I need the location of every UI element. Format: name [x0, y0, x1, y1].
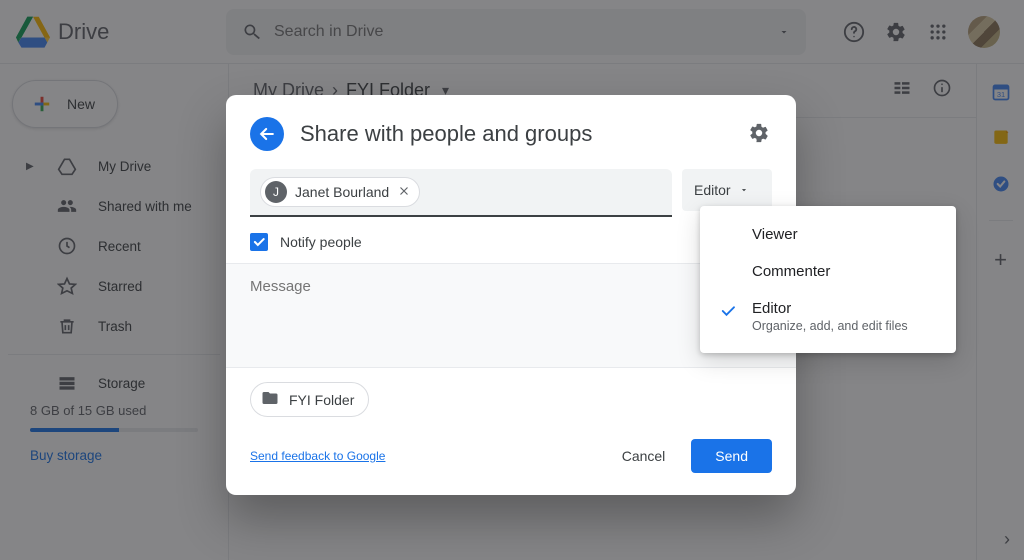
feedback-link[interactable]: Send feedback to Google: [250, 449, 385, 463]
message-input[interactable]: [250, 278, 772, 348]
send-button[interactable]: Send: [691, 439, 772, 473]
chip-avatar: J: [265, 181, 287, 203]
role-label: Editor: [694, 182, 731, 198]
dialog-actions: Cancel Send: [604, 439, 772, 473]
chip-name: Janet Bourland: [295, 184, 389, 200]
notify-checkbox[interactable]: [250, 233, 268, 251]
menu-check-slot: [718, 300, 738, 320]
attached-folder-chip[interactable]: FYI Folder: [250, 382, 369, 417]
chip-remove-button[interactable]: [397, 184, 411, 201]
attached-folder-name: FYI Folder: [289, 392, 354, 408]
role-option-viewer[interactable]: Viewer: [700, 216, 956, 253]
check-icon: [252, 235, 266, 249]
people-input[interactable]: J Janet Bourland: [250, 169, 672, 217]
menu-label: Commenter: [752, 263, 830, 280]
notify-label: Notify people: [280, 234, 362, 250]
role-menu: Viewer Commenter Editor Organize, add, a…: [700, 206, 956, 353]
dialog-footer: Send feedback to Google Cancel Send: [226, 421, 796, 487]
person-chip[interactable]: J Janet Bourland: [260, 177, 420, 207]
dialog-header: Share with people and groups: [226, 95, 796, 165]
share-settings-button[interactable]: [748, 122, 772, 146]
dialog-title: Share with people and groups: [300, 121, 592, 147]
gear-icon: [748, 122, 770, 144]
folder-icon: [261, 389, 279, 410]
caret-down-icon: [739, 185, 749, 195]
check-icon: [719, 302, 737, 320]
role-option-editor[interactable]: Editor Organize, add, and edit files: [700, 290, 956, 343]
cancel-button[interactable]: Cancel: [604, 440, 684, 472]
back-button[interactable]: [250, 117, 284, 151]
role-option-commenter[interactable]: Commenter: [700, 253, 956, 290]
role-dropdown-button[interactable]: Editor: [682, 169, 772, 211]
arrow-left-icon: [257, 124, 277, 144]
menu-check-slot: [718, 226, 738, 228]
menu-check-slot: [718, 263, 738, 265]
menu-label: Viewer: [752, 226, 798, 243]
menu-description: Organize, add, and edit files: [752, 319, 908, 333]
menu-label: Editor: [752, 300, 908, 317]
attached-item-row: FYI Folder: [226, 368, 796, 421]
close-icon: [397, 184, 411, 198]
